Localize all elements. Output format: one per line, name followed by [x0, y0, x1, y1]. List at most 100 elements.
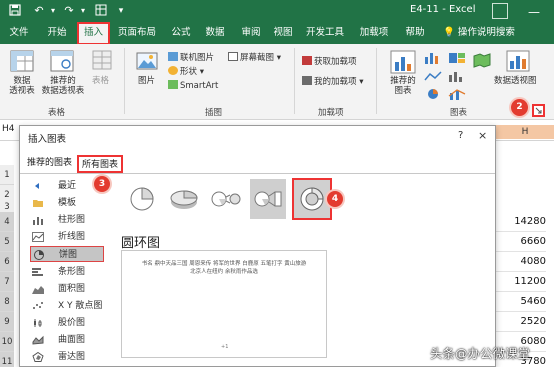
- screenshot-button[interactable]: 屏幕截图 ▾: [228, 52, 281, 64]
- redo-dropdown-icon[interactable]: ▾: [76, 4, 90, 18]
- chart-subtype-row: [120, 178, 390, 221]
- tab-recommended-charts[interactable]: 推荐的图表: [24, 155, 75, 173]
- lightbulb-icon: 💡: [443, 27, 455, 38]
- row-header[interactable]: 4: [0, 212, 14, 232]
- recent-icon: [35, 183, 39, 189]
- selected-chart-type-name: 圆环图: [121, 236, 161, 251]
- screenshot-icon: [228, 52, 238, 61]
- subtype-pie-of-pie[interactable]: [208, 179, 244, 219]
- row-header[interactable]: 10: [0, 332, 14, 352]
- combo-chart-gallery-icon[interactable]: [448, 88, 466, 100]
- group-divider: [376, 48, 377, 114]
- category-line[interactable]: 折线图: [30, 229, 104, 245]
- tab-formulas[interactable]: 公式: [166, 22, 196, 44]
- help-button[interactable]: ?: [458, 130, 463, 141]
- pivot-chart-button[interactable]: 数据透视图: [494, 76, 537, 86]
- cell-h9[interactable]: 2520: [496, 312, 546, 332]
- surface-chart-icon: [32, 335, 44, 345]
- subtype-3d-pie[interactable]: [166, 179, 202, 219]
- subtype-doughnut[interactable]: [292, 178, 332, 220]
- scatter-chart-icon: [33, 302, 43, 309]
- category-recent[interactable]: 最近: [30, 178, 104, 194]
- minimize-button[interactable]: —: [528, 5, 540, 19]
- redo-icon[interactable]: ↷: [62, 4, 76, 18]
- customize-qat-icon[interactable]: ▾: [114, 4, 128, 18]
- category-radar[interactable]: 雷达图: [30, 349, 104, 365]
- online-pictures-button[interactable]: 联机图片: [168, 52, 214, 64]
- tab-page-layout[interactable]: 页面布局: [114, 22, 160, 44]
- tab-addins[interactable]: 加载项: [356, 22, 392, 44]
- tab-data[interactable]: 数据: [200, 22, 230, 44]
- row-header[interactable]: 8: [0, 292, 14, 312]
- group-label-tables: 表格: [48, 108, 66, 118]
- cell-h8[interactable]: 5460: [496, 292, 546, 312]
- close-button[interactable]: ×: [478, 129, 487, 142]
- cell-h7[interactable]: 11200: [496, 272, 546, 292]
- preview-chart-text: 书名 鼎中天品三国 周恩来传 将军的世界 白鹿原 五笔打字 黄山旅游 北京人在纽…: [141, 261, 307, 275]
- pictures-icon: [136, 52, 158, 70]
- smartart-button[interactable]: SmartArt: [168, 80, 218, 92]
- folder-icon: [33, 200, 43, 207]
- pictures-button[interactable]: 图片: [138, 76, 155, 86]
- category-surface[interactable]: 曲面图: [30, 332, 104, 348]
- tab-developer[interactable]: 开发工具: [302, 22, 348, 44]
- row-header[interactable]: 5: [0, 232, 14, 252]
- statistic-chart-gallery-icon[interactable]: [448, 70, 466, 82]
- line-chart-gallery-icon[interactable]: [424, 70, 442, 82]
- category-xy-scatter[interactable]: X Y 散点图: [30, 298, 104, 314]
- category-stock[interactable]: 股价图: [30, 315, 104, 331]
- step-badge-2: 2: [511, 99, 528, 116]
- category-pie[interactable]: 饼图: [30, 246, 104, 262]
- tab-help[interactable]: 帮助: [400, 22, 430, 44]
- cell-h6[interactable]: 4080: [496, 252, 546, 272]
- ribbon-display-options-button[interactable]: [492, 3, 508, 19]
- category-column[interactable]: 柱形图: [30, 212, 104, 228]
- undo-dropdown-icon[interactable]: ▾: [46, 4, 60, 18]
- my-addins-button[interactable]: 我的加载项 ▾: [302, 76, 363, 88]
- category-area[interactable]: 面积图: [30, 281, 104, 297]
- dialog-title: 插入图表: [28, 134, 67, 145]
- column-chart-icon: [33, 217, 43, 225]
- name-box[interactable]: H4: [2, 124, 15, 134]
- chart-dialog-launcher-icon[interactable]: [532, 104, 545, 117]
- row-header[interactable]: 11: [0, 352, 14, 367]
- row-header[interactable]: 9: [0, 312, 14, 332]
- category-templates[interactable]: 模板: [30, 195, 104, 211]
- hierarchy-chart-gallery-icon[interactable]: [448, 52, 466, 64]
- tab-view[interactable]: 视图: [268, 22, 298, 44]
- row-header[interactable]: 1: [0, 165, 14, 185]
- bar-chart-icon: [32, 268, 43, 276]
- row-header[interactable]: 7: [0, 272, 14, 292]
- chart-preview[interactable]: 书名 鼎中天品三国 周恩来传 将军的世界 白鹿原 五笔打字 黄山旅游 北京人在纽…: [121, 250, 327, 358]
- column-header-h[interactable]: H: [496, 125, 554, 139]
- subtype-pie[interactable]: [124, 179, 160, 219]
- step-badge-4: 4: [327, 191, 343, 207]
- cell-h5[interactable]: 6660: [496, 232, 546, 252]
- get-addins-button[interactable]: 获取加载项: [302, 56, 357, 68]
- undo-icon[interactable]: ↶: [32, 4, 46, 18]
- pivot-table-button[interactable]: 数据 透视表: [5, 76, 39, 96]
- pie-of-pie-subtype-icon: [211, 191, 241, 207]
- table-button[interactable]: 表格: [92, 76, 109, 86]
- column-chart-gallery-icon[interactable]: [424, 52, 442, 64]
- tab-home[interactable]: 开始: [42, 22, 72, 44]
- tell-me-search[interactable]: 💡 操作说明搜索: [443, 22, 515, 44]
- save-icon[interactable]: [8, 4, 22, 18]
- tab-review[interactable]: 审阅: [236, 22, 266, 44]
- recommended-pivot-button[interactable]: 推荐的 数据透视表: [38, 76, 88, 96]
- cell-h4[interactable]: 14280: [496, 212, 546, 232]
- online-pictures-icon: [168, 52, 178, 61]
- table-icon: [92, 50, 112, 70]
- category-bar[interactable]: 条形图: [30, 264, 104, 280]
- tab-all-charts[interactable]: 所有图表: [77, 155, 124, 173]
- shapes-button[interactable]: 形状 ▾: [168, 66, 204, 78]
- subtype-bar-of-pie[interactable]: [250, 179, 286, 219]
- tell-me-label: 操作说明搜索: [457, 27, 515, 38]
- row-header[interactable]: 6: [0, 252, 14, 272]
- chart-category-list: 最近 模板 柱形图 折线图 饼图 条形图 面积图 X Y 散点图 股价图 曲面图…: [24, 176, 116, 366]
- map-chart-icon[interactable]: [472, 52, 492, 68]
- tab-file[interactable]: 文件: [4, 22, 34, 44]
- pie-chart-gallery-icon[interactable]: [424, 88, 442, 100]
- form-icon[interactable]: [94, 4, 108, 18]
- recommended-charts-button[interactable]: 推荐的 图表: [387, 76, 419, 96]
